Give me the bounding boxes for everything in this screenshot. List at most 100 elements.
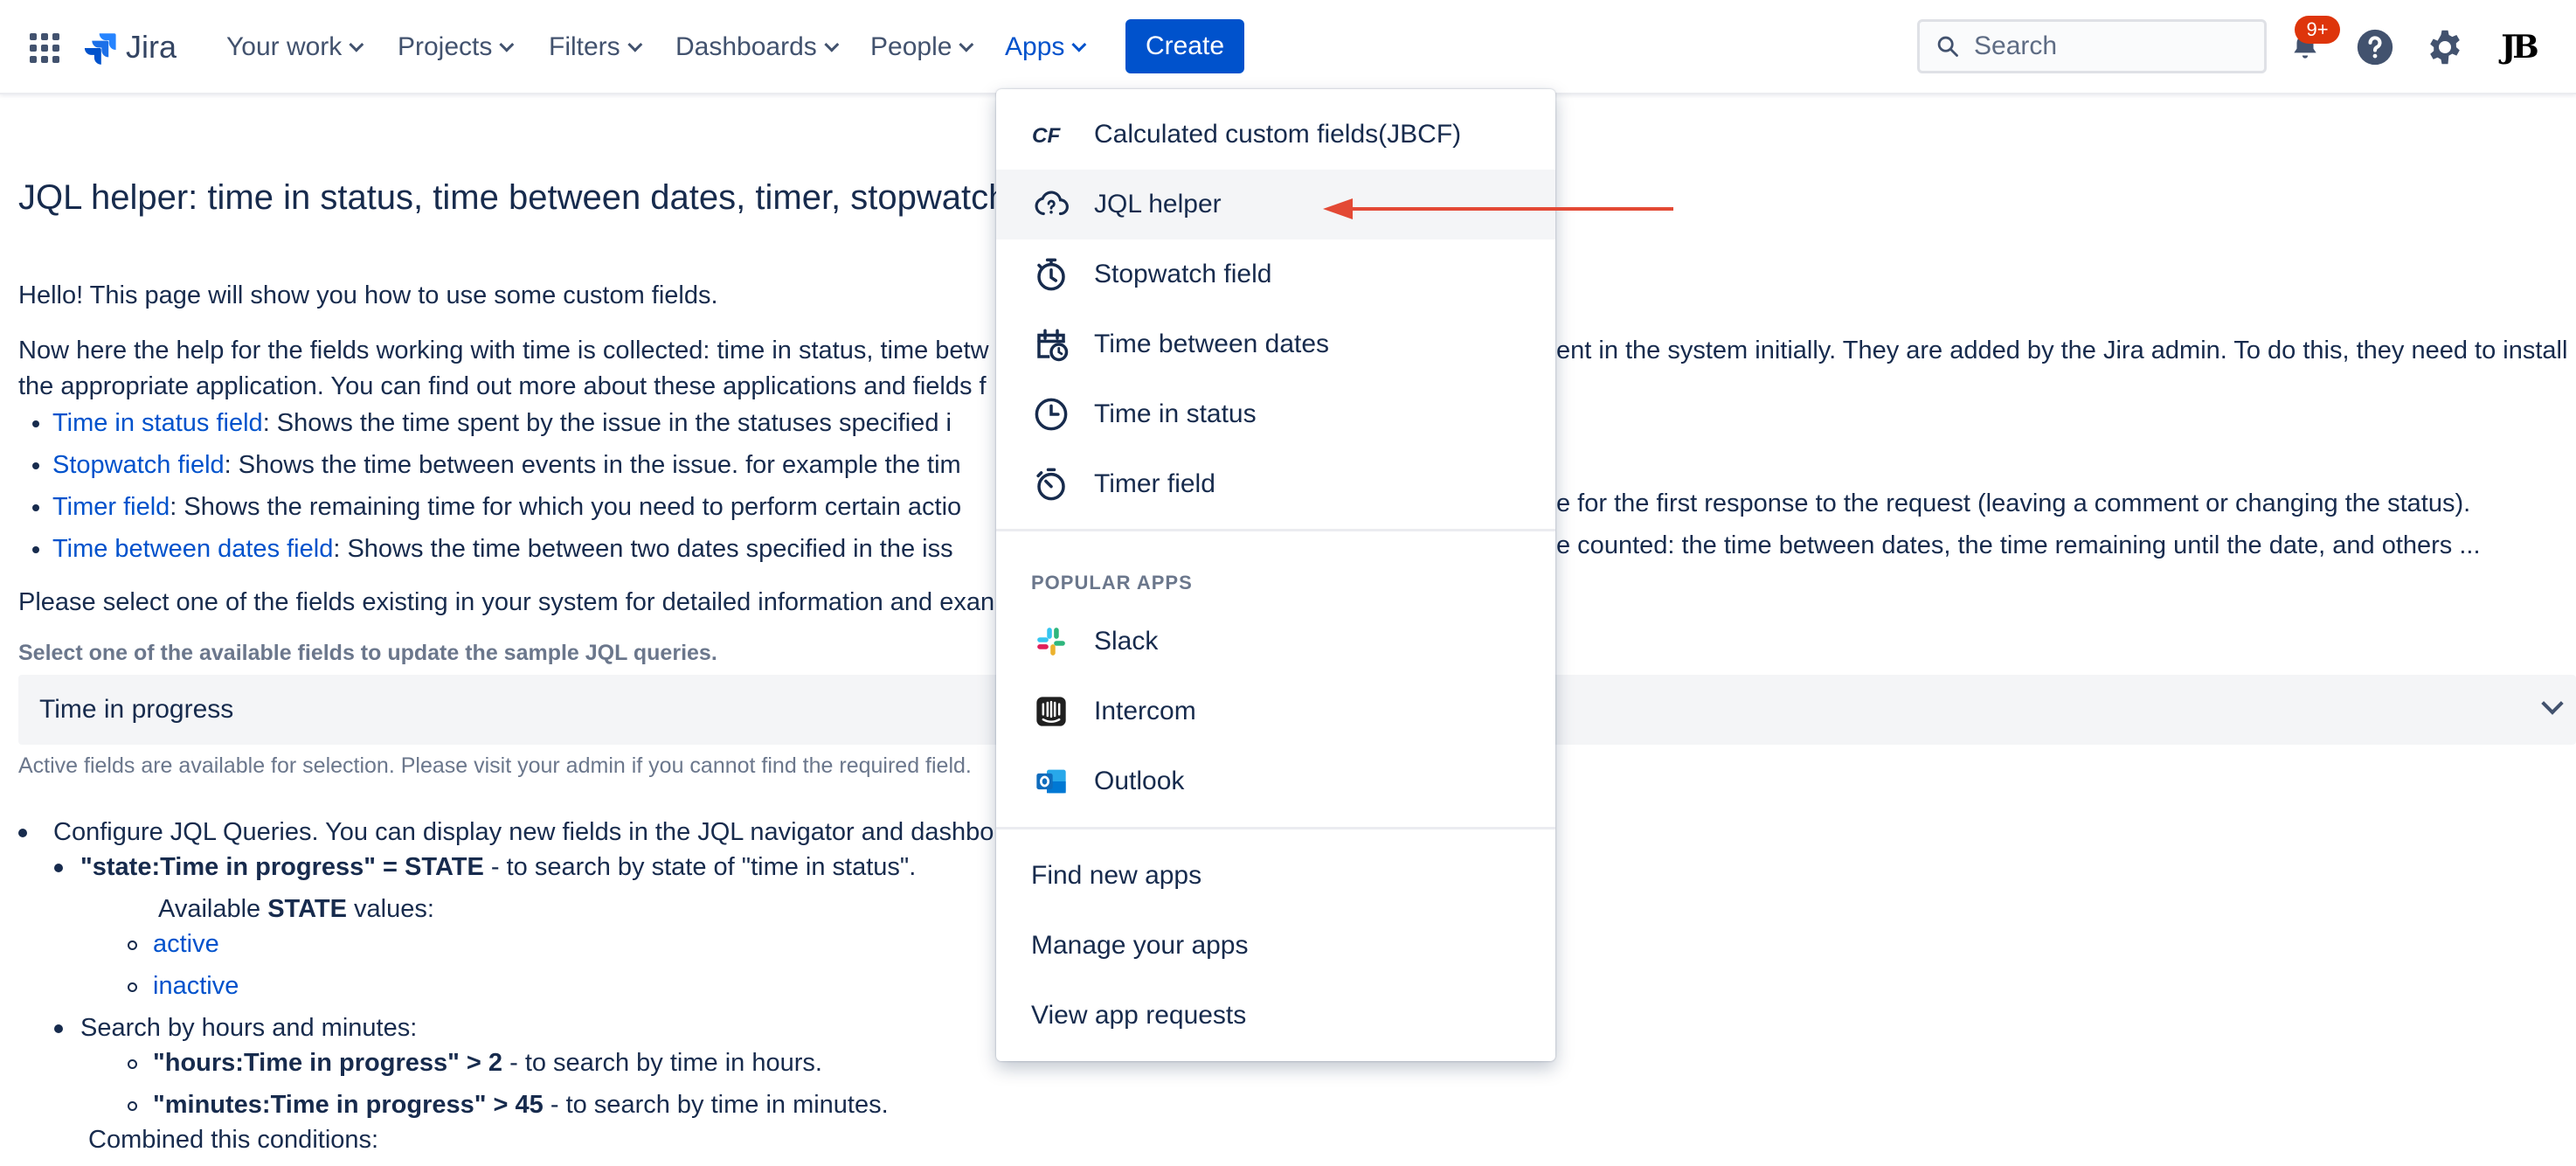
list-item: Timer field: Shows the remaining time fo… (52, 486, 961, 528)
menu-item-label: Intercom (1094, 697, 1196, 725)
bullet (128, 940, 137, 950)
menu-item-label: View app requests (1031, 1001, 1247, 1030)
intercom-icon (1031, 691, 1071, 732)
menu-item-label: Stopwatch field (1094, 260, 1272, 288)
svg-text:CF: CF (1032, 124, 1061, 147)
menu-item-label: Time between dates (1094, 330, 1330, 358)
bullet (128, 982, 137, 992)
cloud-question-icon (1031, 184, 1071, 225)
clock-icon (1031, 394, 1071, 434)
menu-item-jql-helper[interactable]: JQL helper (996, 170, 1555, 239)
menu-item-label: Calculated custom fields(JBCF) (1094, 120, 1462, 149)
menu-item-label: Slack (1094, 627, 1159, 656)
configure-text: Configure JQL Queries. You can display n… (53, 818, 994, 846)
minutes-query-desc: - to search by time in minutes. (543, 1091, 889, 1119)
menu-item-outlook[interactable]: Outlook (996, 746, 1555, 816)
select-helper-text: Active fields are available for selectio… (18, 753, 972, 778)
bullet (18, 829, 27, 838)
field-description: : Shows the time between two dates speci… (333, 535, 953, 563)
settings-gear-icon[interactable] (2424, 26, 2466, 68)
nav-apps[interactable]: Apps (1005, 28, 1087, 66)
menu-item-slack[interactable]: Slack (996, 607, 1555, 677)
app-switcher-icon[interactable] (30, 33, 59, 63)
state-value-item: inactive (128, 972, 239, 1001)
search-input[interactable] (1974, 31, 2254, 61)
logo-text: Jira (126, 29, 177, 65)
list-item: Time in status field: Shows the time spe… (52, 402, 961, 444)
menu-item-label: Outlook (1094, 767, 1185, 795)
list-item: Time between dates field: Shows the time… (52, 528, 961, 570)
nav-your-work[interactable]: Your work (226, 28, 364, 66)
search-field[interactable] (1917, 19, 2267, 73)
nav-projects-label: Projects (398, 32, 493, 61)
menu-item-find-new-apps[interactable]: Find new apps (996, 841, 1555, 911)
apps-dropdown-menu: CF Calculated custom fields(JBCF) JQL he… (996, 89, 1555, 1061)
combined-text: Combined this conditions: (88, 1126, 379, 1154)
annotation-arrow-head (1323, 198, 1353, 219)
state-query-desc: - to search by state of "time in status"… (483, 853, 917, 881)
minutes-query-item: "minutes:Time in progress" > 45 - to sea… (128, 1091, 889, 1120)
hours-query-item: "hours:Time in progress" > 2 - to search… (128, 1049, 822, 1078)
nav-your-work-label: Your work (226, 32, 343, 61)
time-in-status-link[interactable]: Time in status field (52, 409, 263, 437)
available-bold: STATE (267, 895, 347, 923)
available-suffix: values: (346, 895, 434, 923)
page-title: JQL helper: time in status, time between… (18, 178, 1008, 217)
menu-item-label: JQL helper (1094, 190, 1222, 219)
jbcf-icon: CF (1031, 115, 1071, 155)
stopwatch-icon (1031, 254, 1071, 295)
menu-item-label: Manage your apps (1031, 931, 1249, 960)
menu-item-label: Find new apps (1031, 861, 1202, 890)
stopwatch-link[interactable]: Stopwatch field (52, 451, 225, 479)
search-icon (1937, 36, 1958, 57)
select-prompt: Please select one of the fields existing… (18, 588, 995, 616)
help-paragraph-line1a: Now here the help for the fields working… (18, 337, 989, 364)
chevron-down-icon (1071, 37, 1087, 52)
bullet (54, 1024, 63, 1034)
field-description: : Shows the time spent by the issue in t… (262, 409, 952, 437)
menu-item-intercom[interactable]: Intercom (996, 677, 1555, 746)
field-list: Time in status field: Shows the time spe… (17, 402, 961, 570)
help-paragraph-line1b: ent in the system initially. They are ad… (1556, 337, 2568, 364)
timer-link[interactable]: Timer field (52, 493, 170, 521)
nav-dashboards-label: Dashboards (675, 32, 817, 61)
hours-query: "hours:Time in progress" > 2 (153, 1049, 503, 1077)
menu-divider (996, 827, 1555, 829)
annotation-arrow-line (1350, 207, 1673, 211)
nav-people[interactable]: People (870, 28, 974, 66)
nav-dashboards[interactable]: Dashboards (675, 28, 840, 66)
menu-divider (996, 529, 1555, 531)
chevron-down-icon (2541, 692, 2564, 715)
menu-item-time-between-dates[interactable]: Time between dates (996, 309, 1555, 379)
state-value-active-link[interactable]: active (153, 930, 219, 958)
nav-filters[interactable]: Filters (549, 28, 642, 66)
state-query: "state:Time in progress" = STATE (80, 853, 484, 881)
available-values-text: Available STATE values: (158, 895, 434, 924)
menu-item-stopwatch[interactable]: Stopwatch field (996, 239, 1555, 309)
nav-filters-label: Filters (549, 32, 620, 61)
outlook-icon (1031, 761, 1071, 802)
user-avatar[interactable]: JB (2497, 26, 2539, 68)
menu-item-timer[interactable]: Timer field (996, 449, 1555, 519)
help-paragraph-line2: the appropriate application. You can fin… (18, 372, 987, 400)
menu-item-view-app-requests[interactable]: View app requests (996, 981, 1555, 1051)
configure-item: Configure JQL Queries. You can display n… (18, 818, 994, 847)
search-hours-item: Search by hours and minutes: (54, 1014, 417, 1043)
menu-item-jbcf[interactable]: CF Calculated custom fields(JBCF) (996, 100, 1555, 170)
menu-item-manage-apps[interactable]: Manage your apps (996, 911, 1555, 981)
help-icon[interactable] (2354, 26, 2396, 68)
chevron-down-icon (499, 37, 515, 52)
create-button[interactable]: Create (1125, 19, 1244, 73)
bullet (54, 864, 63, 873)
bullet (128, 1100, 137, 1111)
timer-description-tail: e for the first response to the request … (1556, 489, 2471, 517)
nav-projects[interactable]: Projects (398, 28, 515, 66)
calendar-clock-icon (1031, 324, 1071, 364)
field-description: : Shows the time between events in the i… (224, 451, 961, 479)
state-value-inactive-link[interactable]: inactive (153, 972, 239, 1000)
jira-logo[interactable]: Jira (82, 24, 177, 70)
menu-item-time-in-status[interactable]: Time in status (996, 379, 1555, 449)
dates-description-tail: e counted: the time between dates, the t… (1556, 531, 2481, 559)
available-prefix: Available (158, 895, 268, 923)
time-between-dates-link[interactable]: Time between dates field (52, 535, 333, 563)
